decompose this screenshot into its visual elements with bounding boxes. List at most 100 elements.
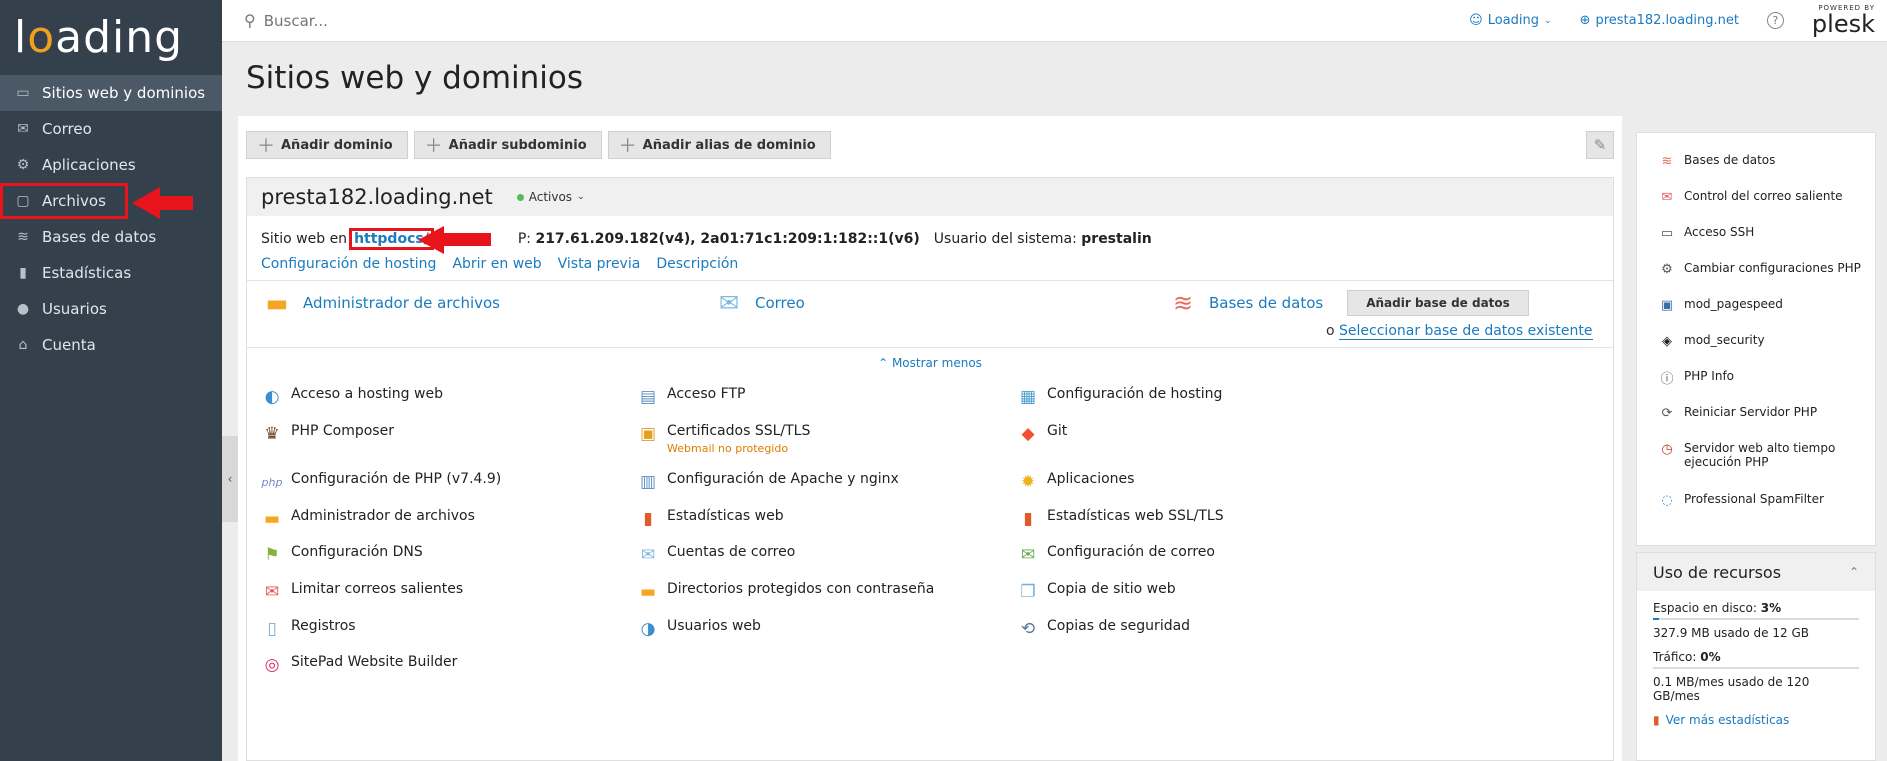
- quick-label[interactable]: Bases de datos: [1209, 294, 1323, 312]
- rp-label: Professional SpamFilter: [1684, 492, 1824, 506]
- description-link[interactable]: Descripción: [656, 256, 738, 272]
- tool-label: Limitar correos salientes: [291, 581, 464, 597]
- tool-file-manager[interactable]: ▬ Administrador de archivos: [261, 508, 475, 530]
- open-in-web-link[interactable]: Abrir en web: [452, 256, 541, 272]
- envelope-icon: ✉: [640, 545, 656, 565]
- subscription-selector[interactable]: ⊕ presta182.loading.net: [1580, 13, 1739, 28]
- sidebar-item-account[interactable]: ⌂ Cuenta: [0, 327, 222, 363]
- tool-label: SitePad Website Builder: [291, 654, 458, 670]
- tool-hosting-config[interactable]: ▦ Configuración de hosting: [1017, 386, 1222, 408]
- preview-link[interactable]: Vista previa: [558, 256, 641, 272]
- show-less-toggle[interactable]: ⌃ Mostrar menos: [247, 348, 1613, 378]
- rp-mod-security[interactable]: ◈ mod_security: [1659, 333, 1765, 349]
- logo[interactable]: l o ading: [0, 0, 222, 75]
- tool-limit-outgoing-mail[interactable]: ✉ Limitar correos salientes: [261, 581, 463, 603]
- sidebar-item-label: Archivos: [42, 192, 106, 210]
- sidebar-item-files[interactable]: ▢ Archivos: [0, 183, 128, 219]
- rp-databases[interactable]: ≋ Bases de datos: [1659, 153, 1776, 169]
- tool-mail-accounts[interactable]: ✉ Cuentas de correo: [637, 544, 795, 566]
- tool-logs[interactable]: ▯ Registros: [261, 618, 355, 640]
- wrench-icon[interactable]: ✎: [1586, 131, 1614, 159]
- topbar: ⚲ ☺ Loading ⌄ ⊕ presta182.loading.net ? …: [222, 0, 1887, 42]
- bar-chart-icon: ▮: [1653, 713, 1660, 727]
- tool-label: Configuración de PHP (v7.4.9): [291, 471, 502, 487]
- add-alias-button[interactable]: ＋ Añadir alias de dominio: [607, 131, 831, 159]
- add-subdomain-button[interactable]: ＋ Añadir subdominio: [413, 131, 602, 159]
- ftp-icon: ▤: [639, 387, 657, 407]
- rp-php-settings[interactable]: ⚙ Cambiar configuraciones PHP: [1659, 261, 1861, 277]
- lock-icon: ▣: [639, 424, 657, 444]
- tool-git[interactable]: ◆ Git: [1017, 423, 1067, 445]
- sidebar-item-applications[interactable]: ⚙ Aplicaciones: [0, 147, 222, 183]
- sidebar-item-websites[interactable]: ▭ Sitios web y dominios: [0, 75, 222, 111]
- account-icon: ⌂: [18, 337, 28, 353]
- search-input[interactable]: [263, 11, 564, 30]
- status-badge[interactable]: Activos ⌄: [516, 190, 585, 204]
- hosting-settings-link[interactable]: Configuración de hosting: [261, 256, 436, 272]
- sys-user-label: Usuario del sistema:: [933, 231, 1077, 247]
- rp-php-timeout[interactable]: ◷ Servidor web alto tiempo ejecución PHP: [1659, 441, 1859, 469]
- sidebar-item-statistics[interactable]: ▮ Estadísticas: [0, 255, 222, 291]
- php-settings-icon: ⚙: [1661, 261, 1673, 277]
- database-icon: ≋: [17, 229, 29, 245]
- tool-label: Copias de seguridad: [1047, 618, 1191, 634]
- restart-icon: ⟳: [1661, 405, 1673, 421]
- sidebar-collapse-button[interactable]: ‹: [222, 436, 238, 522]
- tool-ssl-certificates[interactable]: ▣ Certificados SSL/TLS Webmail no protegid…: [637, 423, 810, 455]
- tool-label: Acceso a hosting web: [291, 386, 443, 402]
- rp-pagespeed[interactable]: ▣ mod_pagespeed: [1659, 297, 1783, 313]
- tool-ftp-access[interactable]: ▤ Acceso FTP: [637, 386, 745, 408]
- database-icon: ≋: [1172, 289, 1194, 317]
- tool-label: Administrador de archivos: [291, 508, 475, 524]
- chevron-up-icon: ⌃: [1848, 565, 1859, 579]
- info-icon: ⓘ: [1660, 371, 1674, 387]
- add-database-button[interactable]: Añadir base de datos: [1347, 290, 1529, 316]
- select-database-link[interactable]: Seleccionar base de datos existente: [1339, 323, 1593, 340]
- quick-mail[interactable]: ✉ Correo: [713, 289, 805, 317]
- tool-applications[interactable]: ✹ Aplicaciones: [1017, 471, 1135, 493]
- folder-icon: ▢: [16, 193, 30, 209]
- ip-label: P:: [517, 231, 531, 247]
- sidebar-item-databases[interactable]: ≋ Bases de datos: [0, 219, 222, 255]
- tool-dns-config[interactable]: ⚑ Configuración DNS: [261, 544, 422, 566]
- disk-percent: 3%: [1760, 601, 1782, 615]
- monitor-icon: ▭: [16, 85, 30, 101]
- rp-restart-php[interactable]: ⟳ Reiniciar Servidor PHP: [1659, 405, 1818, 421]
- sidebar-item-label: Aplicaciones: [42, 156, 136, 174]
- traffic-label: Tráfico:: [1653, 650, 1697, 664]
- quick-files[interactable]: ▬ Administrador de archivos: [261, 289, 500, 317]
- tool-mail-config[interactable]: ✉ Configuración de correo: [1017, 544, 1215, 566]
- chevron-down-icon: ⌄: [577, 192, 585, 202]
- tool-apache-nginx[interactable]: ▥ Configuración de Apache y nginx: [637, 471, 899, 493]
- tool-web-hosting-access[interactable]: ◐ Acceso a hosting web: [261, 386, 443, 408]
- toggle-label: Mostrar menos: [891, 356, 982, 370]
- bar-chart-lock-icon: ▮: [1023, 509, 1033, 529]
- tool-protected-dirs[interactable]: ▬ Directorios protegidos con contraseña: [637, 581, 934, 603]
- add-domain-button[interactable]: ＋ Añadir dominio: [246, 131, 408, 159]
- sidebar-item-mail[interactable]: ✉ Correo: [0, 111, 222, 147]
- user-icon: ●: [16, 301, 30, 317]
- tool-web-stats-ssl[interactable]: ▮ Estadísticas web SSL/TLS: [1017, 508, 1223, 530]
- user-menu[interactable]: ☺ Loading ⌄: [1469, 13, 1551, 28]
- sidebar-item-users[interactable]: ● Usuarios: [0, 291, 222, 327]
- tool-backups[interactable]: ⟲ Copias de seguridad: [1017, 618, 1190, 640]
- help-icon[interactable]: ?: [1766, 12, 1784, 29]
- rp-label: Control del correo saliente: [1684, 189, 1843, 203]
- rp-label: Servidor web alto tiempo ejecución PHP: [1684, 441, 1836, 469]
- tool-website-copy[interactable]: ❐ Copia de sitio web: [1017, 581, 1175, 603]
- tool-php-config[interactable]: php Configuración de PHP (v7.4.9): [261, 471, 502, 493]
- disk-detail: 327.9 MB usado de 12 GB: [1653, 626, 1809, 640]
- rp-ssh-access[interactable]: ▭ Acceso SSH: [1659, 225, 1754, 241]
- rp-spamfilter[interactable]: ◌ Professional SpamFilter: [1659, 492, 1824, 508]
- tool-sitepad[interactable]: ◎ SitePad Website Builder: [261, 654, 458, 676]
- tool-label: Certificados SSL/TLS: [667, 423, 811, 439]
- resource-usage-header[interactable]: Uso de recursos ⌃: [1637, 553, 1875, 591]
- rp-php-info[interactable]: ⓘ PHP Info: [1659, 369, 1734, 387]
- tool-php-composer[interactable]: ♛ PHP Composer: [261, 423, 394, 445]
- more-stats-link[interactable]: ▮ Ver más estadísticas: [1653, 713, 1859, 727]
- brand-label: plesk: [1811, 10, 1875, 38]
- rp-mail-control[interactable]: ✉ Control del correo saliente: [1659, 189, 1843, 205]
- traffic-usage-bar: [1653, 667, 1859, 669]
- tool-web-users[interactable]: ◑ Usuarios web: [637, 618, 761, 640]
- tool-web-stats[interactable]: ▮ Estadísticas web: [637, 508, 783, 530]
